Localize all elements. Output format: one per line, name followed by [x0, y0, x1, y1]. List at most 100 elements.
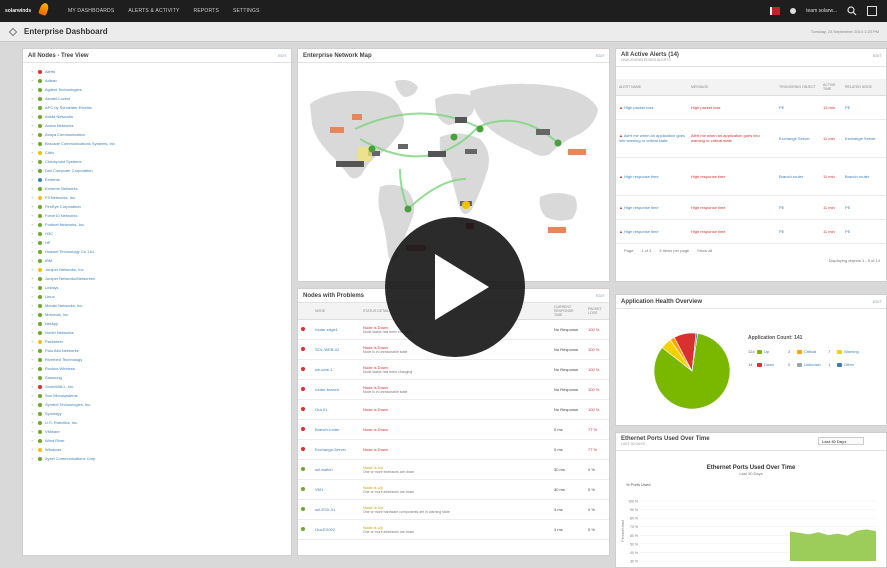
node-link[interactable]: router-branch — [312, 379, 360, 400]
tree-item[interactable]: + Checkpoint Systems — [31, 157, 287, 166]
table-row[interactable]: ▲ High packet loss High packet loss PE 13 m… — [616, 95, 886, 120]
tree-item[interactable]: + Symbol Technologies, Inc. — [31, 400, 287, 409]
period-select[interactable]: Last 30 Days — [818, 437, 864, 445]
tree-item[interactable]: + HP — [31, 238, 287, 247]
tree-item-label[interactable]: U.S. Robotics, Inc. — [45, 420, 78, 425]
column-header[interactable]: PACKET LOSS — [585, 303, 609, 320]
expand-icon[interactable]: + — [31, 78, 35, 83]
tree-item-label[interactable]: H3C — [45, 231, 53, 236]
menu-alerts-activity[interactable]: ALERTS & ACTIVITY — [128, 8, 179, 14]
expand-icon[interactable]: + — [31, 303, 35, 308]
menu-settings[interactable]: SETTINGS — [233, 8, 260, 14]
tree-item[interactable]: + F5 Networks, Inc. — [31, 193, 287, 202]
expand-icon[interactable]: + — [31, 456, 35, 461]
tree-item-label[interactable]: Alerts — [45, 69, 55, 74]
node-link[interactable]: Exchange-Server — [312, 439, 360, 460]
expand-icon[interactable]: + — [31, 429, 35, 434]
tree-item-label[interactable]: Dell Computer Corporation — [45, 168, 93, 173]
notification-flag-icon[interactable] — [770, 7, 781, 15]
tree-item-label[interactable]: Samsung — [45, 375, 62, 380]
legend-item[interactable]: 0 Unknown — [788, 362, 828, 367]
legend-label[interactable]: Unknown — [804, 362, 821, 367]
table-row[interactable]: router-branch Node is Down Node is in unre… — [298, 379, 609, 400]
tree-item-label[interactable]: IBM — [45, 258, 52, 263]
tree-item-label[interactable]: APC by Schneider Electric — [45, 105, 92, 110]
tree-item-label[interactable]: Extreme — [45, 177, 60, 182]
pager-items-per-page[interactable]: 5 items per page — [659, 248, 689, 253]
legend-item[interactable]: 7 Warning — [828, 349, 868, 354]
tree-item[interactable]: + Wind River — [31, 436, 287, 445]
expand-icon[interactable]: + — [31, 132, 35, 137]
tree-item-label[interactable]: SonicWALL, Inc. — [45, 384, 74, 389]
tree-item[interactable]: + Nortel Networks — [31, 328, 287, 337]
table-row[interactable]: ▲ High response time High response time Br… — [616, 157, 886, 196]
table-row[interactable]: Ora-01 Node is Down No Response 100 % — [298, 399, 609, 420]
node-link[interactable]: sol-ESX-01 — [312, 499, 360, 520]
node-link[interactable]: VM1 — [312, 479, 360, 500]
tree-item-label[interactable]: Windows — [45, 447, 61, 452]
menu-reports[interactable]: REPORTS — [194, 8, 219, 14]
triggering-object-link[interactable]: Exchange Server — [776, 119, 820, 158]
edit-button[interactable]: EDIT — [278, 53, 287, 58]
tree-item-label[interactable]: VMware — [45, 429, 60, 434]
tree-item-label[interactable]: FireEye Corporation — [45, 204, 81, 209]
expand-icon[interactable]: + — [31, 411, 35, 416]
related-node-link[interactable]: PE — [842, 95, 886, 120]
expand-icon[interactable]: + — [31, 375, 35, 380]
brand-logo[interactable]: solarwinds — [0, 0, 56, 22]
table-row[interactable]: ▲ High response time High response time PE… — [616, 219, 886, 244]
expand-icon[interactable]: + — [31, 222, 35, 227]
expand-icon[interactable]: + — [31, 276, 35, 281]
tree-item[interactable]: + Linux — [31, 292, 287, 301]
tree-item-label[interactable]: Aruba Networks — [45, 123, 73, 128]
expand-icon[interactable]: + — [31, 96, 35, 101]
expand-icon[interactable]: + — [31, 438, 35, 443]
tree-item-label[interactable]: Force10 Networks — [45, 213, 77, 218]
column-header[interactable]: CURRENT RESPONSE TIME — [551, 303, 585, 320]
expand-icon[interactable]: + — [31, 168, 35, 173]
tree-item[interactable]: + Huawei Technology Co. Ltd. — [31, 247, 287, 256]
tree-item[interactable]: + Force10 Networks — [31, 211, 287, 220]
related-node-link[interactable]: Branch router — [842, 157, 886, 196]
expand-icon[interactable]: + — [31, 402, 35, 407]
node-link[interactable]: Ora-01 — [312, 399, 360, 420]
tree-item[interactable]: + FireEye Corporation — [31, 202, 287, 211]
tree-item-label[interactable]: Synology — [45, 411, 61, 416]
expand-icon[interactable]: + — [31, 330, 35, 335]
tree-item[interactable]: + Fortinet Networks, Inc. — [31, 220, 287, 229]
tree-item[interactable]: + Linksys — [31, 283, 287, 292]
table-row[interactable]: VM1 Node is Up One or more interfaces are … — [298, 479, 609, 500]
table-row[interactable]: ▲ High response time High response time PE… — [616, 195, 886, 220]
legend-label[interactable]: Other — [844, 362, 854, 367]
node-link[interactable]: router-edge1 — [312, 319, 360, 340]
expand-icon[interactable]: + — [31, 150, 35, 155]
expand-icon[interactable]: + — [31, 114, 35, 119]
tree-item[interactable]: + Juniper Networks/Netscreen — [31, 274, 287, 283]
related-node-link[interactable]: Exchange Server — [842, 119, 886, 158]
tree-item-label[interactable]: Citrix — [45, 150, 54, 155]
tree-item[interactable]: + NetApp — [31, 319, 287, 328]
tree-item-label[interactable]: Packeteer — [45, 339, 63, 344]
tree-item-label[interactable]: Sun Microsystems — [45, 393, 78, 398]
expand-icon[interactable]: + — [31, 123, 35, 128]
expand-icon[interactable]: + — [31, 195, 35, 200]
expand-icon[interactable]: + — [31, 204, 35, 209]
tree-item[interactable]: + Riverbed Technology — [31, 355, 287, 364]
expand-icon[interactable]: + — [31, 447, 35, 452]
tree-item[interactable]: + Palo Alto Networks — [31, 346, 287, 355]
tree-item[interactable]: + Sun Microsystems — [31, 391, 287, 400]
column-header[interactable]: TRIGGERING OBJECT — [776, 79, 820, 96]
tree-item-label[interactable]: Palo Alto Networks — [45, 348, 79, 353]
tree-item-label[interactable]: Juniper Networks, Inc. — [45, 267, 85, 272]
triggering-object-link[interactable]: PE — [776, 219, 820, 244]
tree-item[interactable]: + Extreme — [31, 175, 287, 184]
alert-name-link[interactable]: Alert me when an application goes into w… — [619, 133, 685, 143]
expand-icon[interactable]: + — [31, 393, 35, 398]
table-row[interactable]: Ora-EX002 Node is Up One or more interface… — [298, 519, 609, 540]
table-row[interactable]: sol-switch Node is Up One or more interfac… — [298, 459, 609, 480]
expand-icon[interactable]: + — [31, 294, 35, 299]
node-link[interactable]: sw-core-1 — [312, 359, 360, 380]
tree-item[interactable]: + Windows — [31, 445, 287, 454]
tree-item-label[interactable]: Huawei Technology Co. Ltd. — [45, 249, 95, 254]
expand-icon[interactable]: + — [31, 312, 35, 317]
